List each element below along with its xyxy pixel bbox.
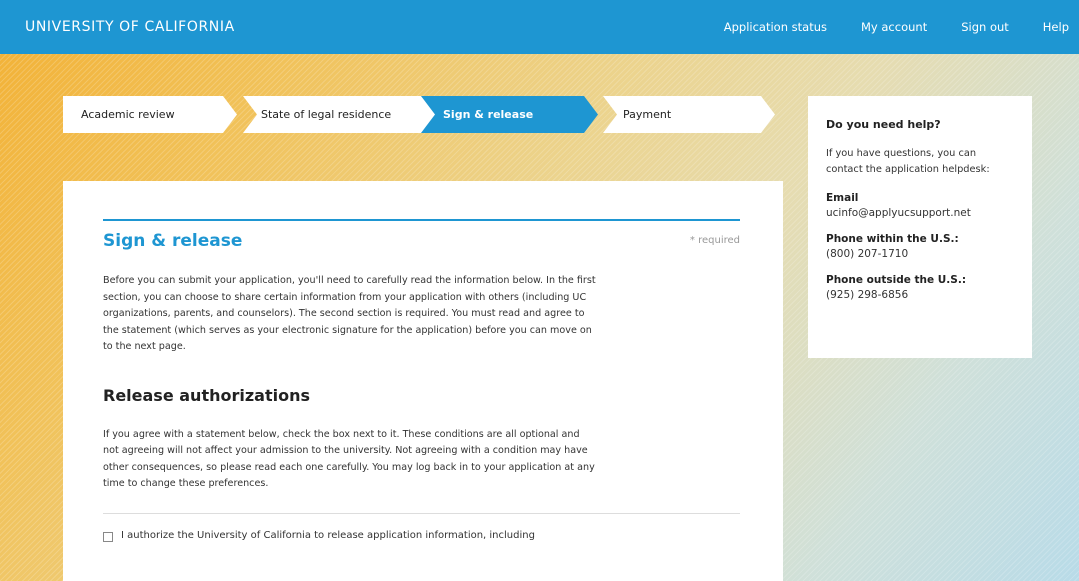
step-sign-and-release[interactable]: Sign & release	[421, 96, 598, 133]
step-payment[interactable]: Payment	[603, 96, 775, 133]
top-navigation-bar: UNIVERSITY OF CALIFORNIA Application sta…	[0, 0, 1079, 54]
page-title: Sign & release	[103, 231, 243, 251]
section-title-release-authorizations: Release authorizations	[103, 385, 310, 405]
required-note: * required	[689, 235, 740, 246]
authorization-checkbox[interactable]	[103, 531, 113, 542]
intro-paragraph: Before you can submit your application, …	[103, 275, 596, 352]
help-email[interactable]: ucinfo@applyucsupport.net	[826, 207, 1014, 219]
nav-application-status[interactable]: Application status	[724, 20, 827, 34]
help-panel: Do you need help? If you have questions,…	[808, 96, 1032, 358]
section-divider	[103, 512, 740, 514]
authorization-item: I authorize the University of California…	[103, 530, 740, 542]
top-nav: Application status My account Sign out H…	[690, 20, 1079, 34]
section-intro-paragraph: If you agree with a statement below, che…	[103, 428, 595, 490]
step-academic-review[interactable]: Academic review	[63, 96, 237, 133]
help-intro: If you have questions, you can contact t…	[826, 148, 990, 175]
authorization-label: I authorize the University of California…	[121, 529, 535, 541]
help-phone-us-label: Phone within the U.S.:	[826, 233, 959, 245]
help-title: Do you need help?	[826, 118, 941, 131]
brand-logo-text[interactable]: UNIVERSITY OF CALIFORNIA	[0, 19, 235, 35]
help-phone-us[interactable]: (800) 207-1710	[826, 248, 1014, 260]
nav-help[interactable]: Help	[1043, 20, 1069, 34]
help-phone-intl[interactable]: (925) 298-6856	[826, 289, 1014, 301]
nav-my-account[interactable]: My account	[861, 20, 927, 34]
help-email-label: Email	[826, 192, 859, 204]
help-phone-intl-label: Phone outside the U.S.:	[826, 274, 967, 286]
main-content-card: Sign & release * required Before you can…	[63, 181, 783, 581]
nav-sign-out[interactable]: Sign out	[961, 20, 1009, 34]
progress-steps: Academic review State of legal residence…	[63, 96, 775, 133]
title-divider	[103, 219, 740, 221]
